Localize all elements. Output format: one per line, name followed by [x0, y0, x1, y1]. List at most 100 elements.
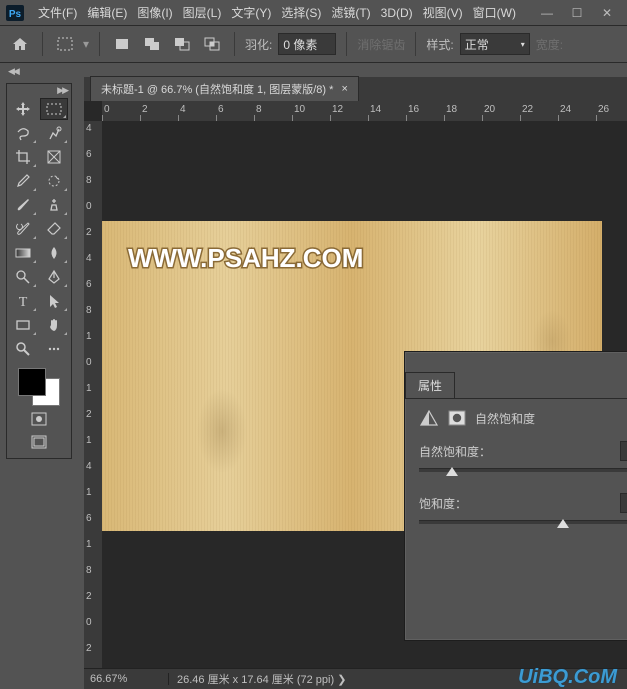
quick-select-tool-icon[interactable] — [40, 122, 68, 144]
type-tool-icon[interactable]: T — [9, 290, 37, 312]
style-select[interactable]: 正常▾ — [460, 33, 530, 55]
ruler-h-tick: 2 — [142, 104, 148, 115]
ruler-h-tick: 8 — [256, 104, 262, 115]
options-bar: ▾ 羽化: 0 像素 消除锯齿 样式: 正常▾ 宽度: — [0, 26, 627, 63]
menu-file[interactable]: 文件(F) — [33, 4, 82, 21]
ruler-h-tick: 18 — [446, 104, 457, 115]
ruler-v-tick: 1 — [86, 383, 92, 394]
menu-filter[interactable]: 滤镜(T) — [326, 4, 375, 21]
marquee-tool-icon[interactable] — [40, 98, 68, 120]
ruler-v-tick: 8 — [86, 175, 92, 186]
clone-stamp-tool-icon[interactable] — [40, 194, 68, 216]
ruler-horizontal[interactable]: 02468101214161820222426 — [102, 101, 627, 122]
saturation-label: 饱和度： — [419, 495, 467, 512]
color-swatches — [7, 362, 71, 458]
ruler-v-tick: 8 — [86, 305, 92, 316]
ruler-vertical[interactable]: 468024681012141618202 — [84, 121, 103, 669]
marquee-tool-indicator-icon[interactable] — [53, 32, 77, 56]
ruler-v-tick: 0 — [86, 617, 92, 628]
ruler-v-tick: 2 — [86, 643, 92, 654]
eyedropper-tool-icon[interactable] — [9, 170, 37, 192]
menu-edit[interactable]: 编辑(E) — [82, 4, 132, 21]
feather-label: 羽化: — [245, 36, 272, 53]
properties-panel: ◀◀ × 属性 自然饱和度 自然饱和度： -77 — [404, 351, 627, 641]
properties-tab[interactable]: 属性 — [405, 372, 455, 398]
feather-input[interactable]: 0 像素 — [278, 33, 336, 55]
healing-brush-tool-icon[interactable] — [40, 170, 68, 192]
saturation-slider[interactable] — [419, 517, 627, 533]
tab-close-icon[interactable]: × — [341, 83, 347, 95]
svg-text:T: T — [19, 295, 28, 309]
document-tab-title: 未标题-1 @ 66.7% (自然饱和度 1, 图层蒙版/8) * — [101, 81, 333, 97]
collapse-icon: ◀◀ — [8, 66, 18, 77]
ruler-v-tick: 0 — [86, 201, 92, 212]
shape-tool-icon[interactable] — [9, 314, 37, 336]
quick-mask-icon[interactable] — [31, 412, 47, 429]
ruler-h-tick: 14 — [370, 104, 381, 115]
toolbox-collapse-icon[interactable]: ▶▶ — [7, 84, 71, 96]
brush-tool-icon[interactable] — [9, 194, 37, 216]
ruler-h-tick: 0 — [104, 104, 110, 115]
menu-3d[interactable]: 3D(D) — [376, 6, 418, 20]
menu-image[interactable]: 图像(I) — [132, 4, 177, 21]
minimize-icon[interactable]: — — [532, 3, 562, 23]
menu-type[interactable]: 文字(Y) — [226, 4, 276, 21]
zoom-tool-icon[interactable] — [9, 338, 37, 360]
ruler-v-tick: 1 — [86, 487, 92, 498]
home-icon[interactable] — [8, 32, 32, 56]
new-selection-icon[interactable] — [110, 32, 134, 56]
dodge-tool-icon[interactable] — [9, 266, 37, 288]
path-select-tool-icon[interactable] — [40, 290, 68, 312]
foreground-color[interactable] — [18, 368, 46, 396]
menu-select[interactable]: 选择(S) — [276, 4, 326, 21]
divider — [415, 32, 416, 56]
ruler-v-tick: 6 — [86, 279, 92, 290]
saturation-value[interactable]: +4 — [620, 493, 627, 513]
menu-view[interactable]: 视图(V) — [418, 4, 468, 21]
subtract-selection-icon[interactable] — [170, 32, 194, 56]
blur-tool-icon[interactable] — [40, 242, 68, 264]
ruler-v-tick: 6 — [86, 513, 92, 524]
close-icon[interactable]: ✕ — [592, 3, 622, 23]
lasso-tool-icon[interactable] — [9, 122, 37, 144]
ruler-v-tick: 1 — [86, 435, 92, 446]
ruler-h-tick: 24 — [560, 104, 571, 115]
frame-tool-icon[interactable] — [40, 146, 68, 168]
window-controls: — ☐ ✕ — [532, 3, 622, 23]
adjustment-name: 自然饱和度 — [475, 410, 535, 427]
menu-layer[interactable]: 图层(L) — [178, 4, 227, 21]
divider — [346, 32, 347, 56]
adjustment-vibrance-icon — [419, 409, 439, 427]
screen-mode-icon[interactable] — [31, 435, 47, 452]
maximize-icon[interactable]: ☐ — [562, 3, 592, 23]
ruler-v-tick: 1 — [86, 539, 92, 550]
add-selection-icon[interactable] — [140, 32, 164, 56]
move-tool-icon[interactable] — [9, 98, 37, 120]
ruler-v-tick: 2 — [86, 591, 92, 602]
edit-toolbar-icon[interactable] — [40, 338, 68, 360]
vibrance-thumb[interactable] — [446, 467, 458, 476]
canvas-zone: 未标题-1 @ 66.7% (自然饱和度 1, 图层蒙版/8) * × 0246… — [84, 77, 627, 689]
eraser-tool-icon[interactable] — [40, 218, 68, 240]
intersect-selection-icon[interactable] — [200, 32, 224, 56]
vibrance-slider[interactable] — [419, 465, 627, 481]
watermark-text: WWW.PSAHZ.COM — [128, 243, 363, 274]
dropdown-caret-icon[interactable]: ▾ — [83, 37, 89, 51]
gradient-tool-icon[interactable] — [9, 242, 37, 264]
ruler-v-tick: 4 — [86, 253, 92, 264]
ruler-v-tick: 4 — [86, 123, 92, 134]
ruler-v-tick: 4 — [86, 461, 92, 472]
ruler-v-tick: 8 — [86, 565, 92, 576]
hand-tool-icon[interactable] — [40, 314, 68, 336]
menu-window[interactable]: 窗口(W) — [468, 4, 521, 21]
zoom-level[interactable]: 66.67% — [84, 673, 169, 685]
document-tab[interactable]: 未标题-1 @ 66.7% (自然饱和度 1, 图层蒙版/8) * × — [90, 76, 359, 101]
saturation-thumb[interactable] — [557, 519, 569, 528]
ruler-h-tick: 22 — [522, 104, 533, 115]
vibrance-value[interactable]: -77 — [620, 441, 627, 461]
history-brush-tool-icon[interactable] — [9, 218, 37, 240]
pen-tool-icon[interactable] — [40, 266, 68, 288]
crop-tool-icon[interactable] — [9, 146, 37, 168]
ruler-h-tick: 12 — [332, 104, 343, 115]
toolbox: ▶▶ T — [6, 83, 72, 459]
